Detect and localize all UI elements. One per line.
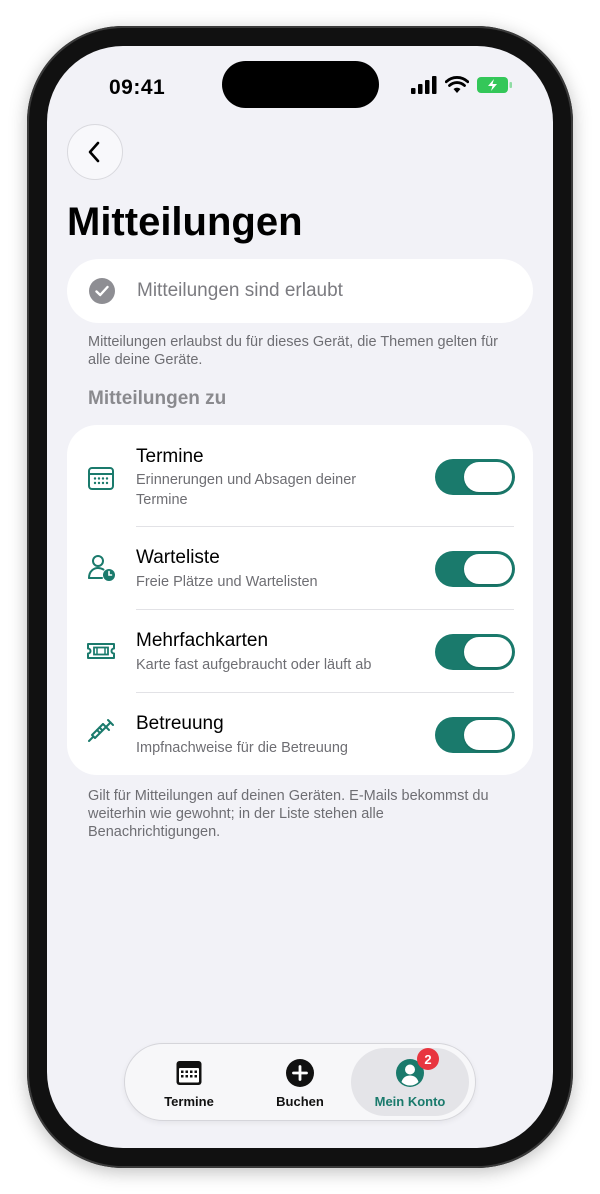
screen: 09:41 Mitteilungen Mitteilungen sind erl…	[47, 46, 553, 1148]
permission-info-text: Mitteilungen erlaubst du für dieses Gerä…	[88, 334, 498, 368]
back-button[interactable]	[67, 124, 123, 180]
list-item-warteliste: Warteliste Freie Plätze und Wartelisten	[67, 527, 533, 610]
row-subtitle: Impfnachweise für die Betreuung	[136, 740, 348, 756]
toggle-mehrfachkarten[interactable]	[435, 634, 515, 670]
checkmark-icon	[89, 278, 115, 304]
toggle-knob	[464, 720, 512, 750]
status-icons	[411, 76, 513, 94]
topics-list: Termine Erinnerungen und Absagen deiner …	[67, 425, 533, 775]
row-title: Mehrfachkarten	[136, 630, 269, 651]
status-time: 09:41	[109, 76, 166, 99]
permission-status-card: Mitteilungen sind erlaubt	[67, 259, 533, 323]
tab-label: Buchen	[276, 1094, 324, 1109]
tab-label: Termine	[164, 1094, 214, 1109]
chevron-left-icon	[88, 141, 100, 163]
account-icon-wrapper: 2	[395, 1048, 439, 1088]
toggle-knob	[464, 554, 512, 584]
signal-icon	[411, 76, 437, 94]
toggle-warteliste[interactable]	[435, 551, 515, 587]
page-title: Mitteilungen	[67, 200, 303, 244]
list-item-betreuung: Betreuung Impfnachweise für die Betreuun…	[67, 693, 533, 775]
ticket-icon	[87, 643, 115, 659]
row-title: Termine	[136, 446, 204, 467]
permission-status-label: Mitteilungen sind erlaubt	[137, 280, 343, 301]
syringe-icon	[88, 719, 114, 742]
tab-mein-konto[interactable]: 2 Mein Konto	[351, 1048, 469, 1116]
notification-badge: 2	[417, 1048, 439, 1070]
toggle-betreuung[interactable]	[435, 717, 515, 753]
tab-label: Mein Konto	[374, 1094, 446, 1109]
toggle-knob	[464, 637, 512, 667]
toggle-termine[interactable]	[435, 459, 515, 495]
section-header: Mitteilungen zu	[88, 388, 227, 409]
person-clock-icon	[88, 555, 115, 581]
battery-icon	[477, 77, 512, 93]
list-item-mehrfachkarten: Mehrfachkarten Karte fast aufgebraucht o…	[67, 610, 533, 693]
list-item-termine: Termine Erinnerungen und Absagen deiner …	[67, 425, 533, 527]
calendar-icon	[176, 1061, 202, 1085]
footer-info-text: Gilt für Mitteilungen auf deinen Geräten…	[88, 788, 489, 840]
tab-bar: Termine Buchen 2 Mein Konto	[124, 1043, 476, 1121]
calendar-icon	[88, 467, 114, 490]
tab-termine[interactable]: Termine	[133, 1044, 245, 1120]
plus-circle-icon	[286, 1059, 314, 1087]
row-subtitle: Freie Plätze und Wartelisten	[136, 574, 318, 590]
toggle-knob	[464, 462, 512, 492]
tab-buchen[interactable]: Buchen	[244, 1044, 356, 1120]
row-title: Warteliste	[136, 547, 220, 568]
row-title: Betreuung	[136, 713, 224, 734]
row-subtitle: Erinnerungen und Absagen deiner Termine	[136, 472, 357, 508]
wifi-icon	[445, 76, 469, 93]
row-subtitle: Karte fast aufgebraucht oder läuft ab	[136, 657, 372, 673]
dynamic-island	[222, 61, 379, 108]
